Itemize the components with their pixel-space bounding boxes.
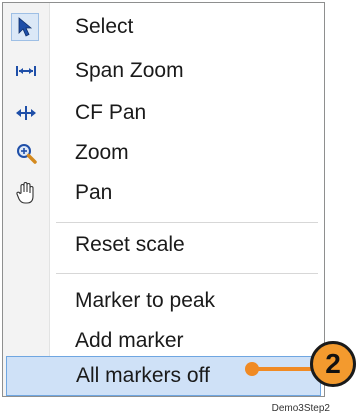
menu-item-zoom[interactable]: Zoom [3, 133, 324, 173]
menu-item-label: CF Pan [75, 101, 147, 124]
menu-item-marker-to-peak[interactable]: Marker to peak [3, 281, 324, 321]
menu-item-span-zoom[interactable]: Span Zoom [3, 51, 324, 91]
menu-separator [56, 222, 318, 223]
menu-item-label: Reset scale [75, 233, 185, 256]
hand-icon [12, 179, 40, 207]
menu-item-label: Span Zoom [75, 59, 184, 82]
menu-item-label: Marker to peak [75, 289, 216, 312]
menu-item-cf-pan[interactable]: CF Pan [3, 93, 324, 133]
step-number: 2 [325, 348, 341, 379]
menu-item-label: All markers off [76, 364, 210, 387]
callout-dot [245, 362, 259, 376]
pointer-arrow-icon [11, 13, 39, 41]
menu-item-all-markers-off[interactable]: All markers off [6, 356, 321, 396]
menu-item-label: Pan [75, 181, 113, 204]
menu-item-add-marker[interactable]: Add marker [3, 321, 324, 361]
menu-item-label: Zoom [75, 141, 129, 164]
image-caption: Demo3Step2 [271, 403, 330, 414]
step-callout: 2 [310, 341, 356, 387]
menu-separator [56, 273, 318, 274]
cf-pan-icon [12, 99, 40, 127]
span-zoom-icon [12, 57, 40, 85]
menu-item-reset-scale[interactable]: Reset scale [3, 225, 324, 265]
menu-item-label: Add marker [75, 329, 184, 352]
menu-item-label: Select [75, 15, 134, 38]
magnifier-icon [12, 139, 40, 167]
menu-item-pan[interactable]: Pan [3, 173, 324, 213]
menu-item-select[interactable]: Select [3, 7, 324, 47]
context-menu: Select Span Zoom CF Pan Zoom Pan Reset s… [2, 2, 325, 397]
